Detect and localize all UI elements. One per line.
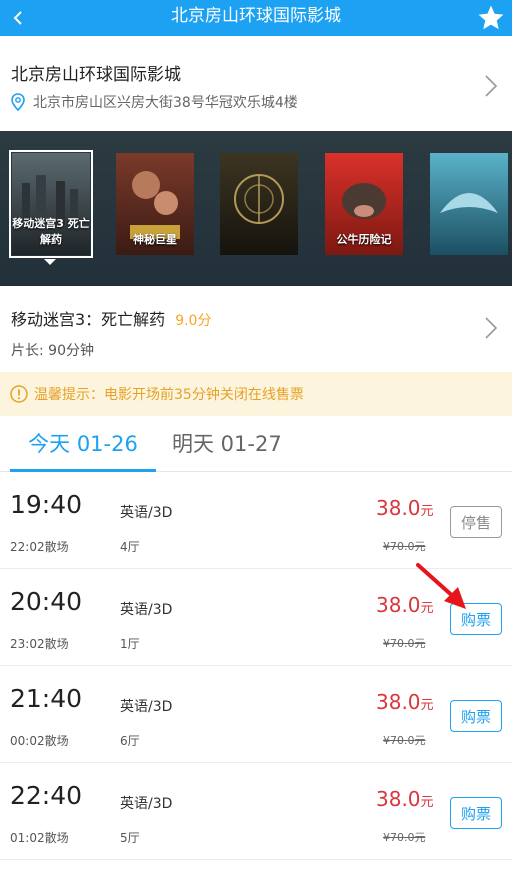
price-unit: 元 — [420, 795, 434, 810]
buy-ticket-button[interactable]: 购票 — [450, 700, 502, 732]
showtime-original-price: ¥70.0元 — [383, 637, 426, 650]
showtime-hall: 5厅 — [120, 831, 140, 845]
info-icon — [10, 385, 28, 403]
showtime-price: 38.0元 — [376, 787, 434, 811]
price-value: 38.0 — [376, 787, 421, 811]
poster-4[interactable] — [430, 153, 508, 255]
showtime-price: 38.0元 — [376, 690, 434, 714]
showtime-start: 22:40 — [10, 781, 83, 810]
poster-title: 神秘巨星 — [133, 233, 177, 246]
showtime-language: 英语/3D — [120, 505, 173, 521]
price-unit: 元 — [420, 504, 434, 519]
poster-title: 移动迷宫3 死亡解药 — [12, 217, 90, 246]
poster-3[interactable]: 公牛历险记 — [325, 153, 403, 255]
tab-tomorrow[interactable]: 明天 01-27 — [172, 416, 312, 472]
showtime-end: 00:02散场 — [10, 734, 69, 748]
cinema-address: 北京市房山区兴房大街38号华冠欢乐城4楼 — [33, 95, 298, 111]
showtime-language: 英语/3D — [120, 699, 173, 715]
showtime-original-price: ¥70.0元 — [383, 734, 426, 747]
tab-today[interactable]: 今天 01-26 — [10, 416, 156, 472]
showtime-original-price: ¥70.0元 — [383, 540, 426, 553]
showtime-hall: 4厅 — [120, 540, 140, 554]
movie-info[interactable]: 移动迷宫3：死亡解药 9.0分 片长: 90分钟 — [0, 286, 512, 372]
cinema-info[interactable]: 北京房山环球国际影城 北京市房山区兴房大街38号华冠欢乐城4楼 — [0, 40, 512, 132]
showtime-language: 英语/3D — [120, 602, 173, 618]
annotation-arrow-icon — [416, 563, 466, 609]
date-tabs: 今天 01-26 明天 01-27 — [0, 416, 512, 472]
showtime-hall: 6厅 — [120, 734, 140, 748]
showtime-row: 21:40 00:02散场 英语/3D 6厅 38.0元 ¥70.0元 购票 — [0, 666, 512, 763]
selection-indicator — [44, 259, 56, 265]
showtime-start: 19:40 — [10, 490, 83, 519]
chevron-right-icon — [485, 317, 498, 339]
showtime-hall: 1厅 — [120, 637, 140, 651]
poster-2[interactable] — [220, 153, 298, 255]
movie-score: 9.0分 — [175, 313, 212, 329]
cinema-address-row: 北京市房山区兴房大街38号华冠欢乐城4楼 — [11, 92, 298, 112]
showtime-language: 英语/3D — [120, 796, 173, 812]
favorite-button[interactable] — [476, 3, 506, 33]
poster-image — [220, 153, 298, 255]
showtime-end: 01:02散场 — [10, 831, 69, 845]
movie-title: 移动迷宫3：死亡解药 — [11, 310, 166, 329]
showtime-original-price: ¥70.0元 — [383, 831, 426, 844]
star-icon — [478, 5, 504, 30]
showtime-end: 23:02散场 — [10, 637, 69, 651]
top-bar: 北京房山环球国际影城 — [0, 0, 512, 36]
poster-0[interactable]: 移动迷宫3 死亡解药 — [9, 150, 93, 258]
poster-title: 公牛历险记 — [336, 233, 392, 246]
sold-out-button[interactable]: 停售 — [450, 506, 502, 538]
showtime-price: 38.0元 — [376, 496, 434, 520]
showtime-start: 21:40 — [10, 684, 83, 713]
page-title: 北京房山环球国际影城 — [171, 6, 341, 26]
showtime-start: 20:40 — [10, 587, 83, 616]
buy-ticket-button[interactable]: 购票 — [450, 797, 502, 829]
price-unit: 元 — [420, 698, 434, 713]
cinema-name: 北京房山环球国际影城 — [11, 65, 181, 85]
poster-1[interactable]: 神秘巨星 — [116, 153, 194, 255]
poster-image — [430, 153, 508, 255]
price-value: 38.0 — [376, 690, 421, 714]
map-pin-icon — [11, 93, 25, 111]
showtime-row: 22:40 01:02散场 英语/3D 5厅 38.0元 ¥70.0元 购票 — [0, 763, 512, 860]
chevron-right-icon — [485, 75, 498, 97]
price-value: 38.0 — [376, 496, 421, 520]
notice-text: 温馨提示：电影开场前35分钟关闭在线售票 — [34, 387, 304, 403]
poster-carousel[interactable]: 移动迷宫3 死亡解药 神秘巨星 公牛历险记 — [0, 131, 512, 286]
notice-banner: 温馨提示：电影开场前35分钟关闭在线售票 — [0, 372, 512, 416]
showtime-end: 22:02散场 — [10, 540, 69, 554]
movie-duration: 片长: 90分钟 — [11, 343, 94, 359]
movie-title-row: 移动迷宫3：死亡解药 9.0分 — [11, 306, 211, 330]
